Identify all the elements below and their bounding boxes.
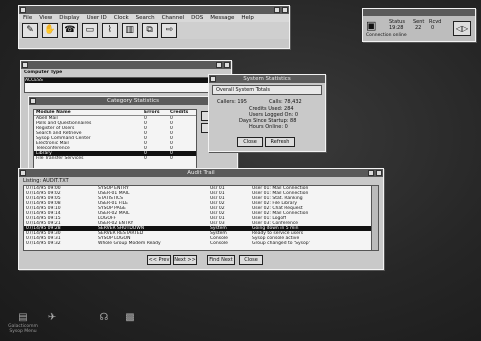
audit-rows: 07/14/95 09:00 SYSOP ENTRY Usr 01 User 01: … <box>24 186 378 246</box>
sysop-menu-desktop-icon[interactable]: ▤ Galacticomm Sysop Menu <box>8 312 38 334</box>
prev-button[interactable]: << Prev <box>147 255 171 265</box>
plane-icon: ✈ <box>47 312 57 323</box>
hand-icon[interactable]: ✋ <box>41 23 58 38</box>
table-cell: Whole Group Modem Ready <box>98 241 161 246</box>
menu-message[interactable]: Message <box>210 15 234 21</box>
status-widget: ▣ Status Sent Rcvd 19:28 22 0 Connection… <box>362 8 476 42</box>
category-window: Category Statistics Module Name Errors C… <box>28 96 238 174</box>
close-button[interactable]: Close <box>239 255 263 265</box>
calls-value: Calls: 78,432 <box>269 99 302 105</box>
stats-window-titlebar[interactable] <box>21 61 231 69</box>
minimize-icon[interactable] <box>368 170 374 176</box>
table-cell: 0 <box>170 156 173 161</box>
table-cell: 0 <box>144 156 147 161</box>
scrollbar[interactable] <box>371 186 378 250</box>
audit-window-title: Audit Trail <box>187 170 215 176</box>
menu-display[interactable]: Display <box>59 15 79 21</box>
find-next-button[interactable]: Find Next <box>207 255 235 265</box>
maximize-icon[interactable] <box>224 62 230 68</box>
audit-window: Audit Trail Listing: AUDIT.TXT 07/14/95 … <box>18 168 384 270</box>
menu-search[interactable]: Search <box>136 15 155 21</box>
arrows-icon[interactable]: ◁▷ <box>453 21 471 36</box>
control-menu-icon[interactable] <box>20 7 26 13</box>
category-window-title: Category Statistics <box>106 98 159 104</box>
toolbar: ✎ ✋ ☎ ▭ ⌇ ▥ ⧉ ⇨ <box>19 22 289 39</box>
sysop-menu-label: Galacticomm Sysop Menu <box>8 324 38 334</box>
menu-dos[interactable]: DOS <box>191 15 203 21</box>
close-button[interactable]: Close <box>237 137 263 147</box>
control-menu-icon[interactable] <box>30 98 36 104</box>
menu-view[interactable]: View <box>39 15 52 21</box>
menu-bar: File View Display User ID Clock Search C… <box>19 14 289 22</box>
computer-icon: ▣ <box>366 19 377 32</box>
phone-icon[interactable]: ☎ <box>61 23 78 38</box>
menu-clock[interactable]: Clock <box>114 15 129 21</box>
pencil-icon[interactable]: ✎ <box>22 23 38 38</box>
document-desktop-icon[interactable]: ▩ <box>120 312 140 324</box>
graph-icon[interactable]: ⌇ <box>101 23 118 38</box>
system-stats-title: System Statistics <box>243 76 291 82</box>
control-menu-icon[interactable] <box>20 170 26 176</box>
system-stats-heading: Overall System Totals <box>212 85 322 95</box>
main-window: File View Display User ID Clock Search C… <box>18 5 290 49</box>
sent-value: 22 <box>415 25 422 31</box>
headset-desktop-icon[interactable]: ☊ <box>94 312 114 324</box>
menu-user-id[interactable]: User ID <box>87 15 107 21</box>
table-cell: File Transfer Services <box>36 156 84 161</box>
next-button[interactable]: Next >> <box>173 255 197 265</box>
table-cell: 07/14/95 09:32 <box>26 241 61 246</box>
callers-value: Callers: 195 <box>217 99 247 105</box>
maximize-icon[interactable] <box>282 7 288 13</box>
maximize-icon[interactable] <box>376 170 382 176</box>
network-icon[interactable]: ⧉ <box>141 23 158 38</box>
table-row[interactable]: 07/14/95 09:32 Whole Group Modem Ready Con… <box>24 241 378 246</box>
menu-channel[interactable]: Channel <box>162 15 185 21</box>
bars-icon[interactable]: ▥ <box>121 23 138 38</box>
document-icon: ▩ <box>125 312 135 323</box>
table-row[interactable]: File Transfer Services 0 0 <box>34 156 196 161</box>
plane-desktop-icon[interactable]: ✈ <box>42 312 62 324</box>
menu-file[interactable]: File <box>23 15 32 21</box>
table-cell: Console <box>210 241 228 246</box>
system-stats-window: System Statistics Overall System Totals … <box>208 74 326 152</box>
refresh-button[interactable]: Refresh <box>265 137 295 147</box>
table-cell: Group changed to 'Sysop' <box>252 241 310 246</box>
exit-icon[interactable]: ⇨ <box>161 23 178 38</box>
minimize-icon[interactable] <box>216 62 222 68</box>
minimize-icon[interactable] <box>274 7 280 13</box>
menu-help[interactable]: Help <box>241 15 254 21</box>
folder-icon[interactable]: ▭ <box>81 23 98 38</box>
status-value: 19:28 <box>389 25 404 31</box>
stats-list[interactable]: ACCESS <box>24 77 228 93</box>
audit-window-titlebar[interactable]: Audit Trail <box>19 169 383 177</box>
rcvd-value: 0 <box>431 25 435 31</box>
status-widget-titlebar[interactable] <box>363 9 475 16</box>
category-list[interactable]: Module Name Errors Credits Abell Mail 0 0 P… <box>33 109 197 171</box>
audit-subtitle: Listing: AUDIT.TXT <box>23 178 69 184</box>
control-menu-icon[interactable] <box>22 62 28 68</box>
stats-header: Computer Type <box>21 69 231 76</box>
connection-status: Connection online <box>366 33 407 38</box>
audit-list[interactable]: 07/14/95 09:00 SYSOP ENTRY Usr 01 User 01: … <box>23 185 379 251</box>
system-stats-titlebar[interactable]: System Statistics <box>209 75 325 83</box>
hours-online-value: Hours Online: 0 <box>249 124 288 130</box>
main-window-titlebar[interactable] <box>19 6 289 14</box>
sysop-menu-icon: ▤ <box>18 312 28 323</box>
category-rows: Abell Mail 0 0 Polls and Questionnaires 0 0 Re… <box>34 116 196 161</box>
control-menu-icon[interactable] <box>210 76 216 82</box>
headset-icon: ☊ <box>99 312 109 323</box>
category-window-titlebar[interactable]: Category Statistics <box>29 97 237 105</box>
list-item[interactable] <box>25 83 227 88</box>
computer-type-label: Computer Type <box>24 70 63 75</box>
